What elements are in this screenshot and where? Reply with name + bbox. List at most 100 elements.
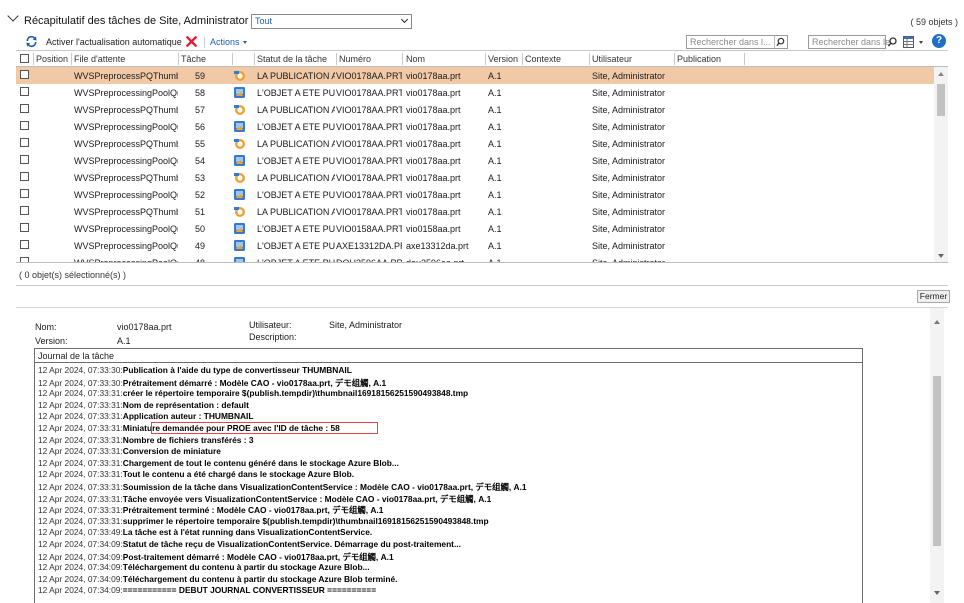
search-input-2[interactable]: Rechercher dans le	[808, 35, 890, 49]
log-entry: 12 Apr 2024, 07:33:31:Miniature demandée…	[38, 422, 378, 435]
log-timestamp: 12 Apr 2024, 07:33:31:	[38, 399, 123, 410]
row-checkbox[interactable]	[20, 104, 29, 113]
log-timestamp: 12 Apr 2024, 07:33:31:	[38, 505, 123, 516]
cell-number: VIO0178AA.PRT	[336, 88, 402, 98]
log-timestamp: 12 Apr 2024, 07:33:30:	[38, 365, 123, 375]
column-settings-icon[interactable]	[903, 36, 914, 48]
column-divider	[402, 53, 403, 65]
close-button[interactable]: Fermer	[917, 290, 950, 303]
table-row[interactable]: WVSPreprocessingPoolQueueL 54 L'OBJET A ET…	[16, 152, 934, 169]
scroll-down-icon[interactable]	[938, 254, 944, 258]
column-divider	[178, 53, 179, 65]
log-entry: 12 Apr 2024, 07:33:31:Tout le contenu a …	[38, 469, 354, 481]
thumbnail-task-icon	[234, 71, 245, 81]
filter-select[interactable]: Tout	[251, 14, 412, 29]
auto-refresh-toggle[interactable]: Activer l'actualisation automatique	[46, 37, 182, 47]
log-message: La tâche est à l'état running dans Visua…	[122, 527, 373, 538]
row-checkbox[interactable]	[20, 206, 29, 215]
row-checkbox[interactable]	[20, 223, 29, 232]
table-row[interactable]: WVSPreprocessPQThumbnailL 57 LA PUBLICATIO…	[16, 101, 934, 118]
pool-task-icon	[234, 155, 245, 166]
log-timestamp: 12 Apr 2024, 07:34:09:	[38, 585, 123, 596]
table-row[interactable]: WVSPreprocessingPoolQueueL 52 L'OBJET A ET…	[16, 186, 934, 203]
cell-number: VIO0178AA.PRT	[336, 105, 402, 115]
column-header-version[interactable]: Version	[488, 54, 518, 64]
cell-task: 58	[195, 88, 206, 98]
divider	[16, 285, 948, 286]
cell-version: A.1	[488, 88, 502, 98]
version-label: Version:	[35, 336, 68, 346]
log-entry: 12 Apr 2024, 07:33:30:Prétraitement déma…	[38, 377, 386, 389]
log-message: Statut de tâche reçu de VisualizationCon…	[122, 539, 461, 549]
table-row[interactable]: WVSPreprocessingPoolQueueL 58 L'OBJET A ET…	[16, 84, 934, 101]
cell-version: A.1	[488, 190, 502, 200]
row-checkbox[interactable]	[20, 257, 29, 262]
table-row[interactable]: WVSPreprocessPQThumbnailL 53 LA PUBLICATIO…	[16, 169, 934, 186]
column-header-publication[interactable]: Publication	[677, 54, 721, 64]
column-header-context[interactable]: Contexte	[525, 54, 561, 64]
cell-number: AXE13312DA.PRT	[336, 241, 402, 251]
scrollbar-thumb[interactable]	[937, 84, 945, 116]
collapse-chevron-icon[interactable]	[7, 10, 19, 22]
row-checkbox[interactable]	[20, 155, 29, 164]
table-scrollbar[interactable]	[934, 67, 948, 262]
row-checkbox[interactable]	[20, 121, 29, 130]
column-divider	[33, 53, 34, 65]
row-checkbox[interactable]	[20, 189, 29, 198]
scroll-up-icon[interactable]	[938, 72, 944, 76]
cell-queue: WVSPreprocessingPoolQueueL	[74, 88, 178, 98]
table-row[interactable]: WVSPreprocessingPoolQueueL 56 L'OBJET A ET…	[16, 118, 934, 135]
search-icon[interactable]	[887, 36, 899, 48]
column-header-user[interactable]: Utilisateur	[592, 54, 632, 64]
column-divider	[485, 53, 486, 65]
row-checkbox[interactable]	[20, 240, 29, 249]
row-checkbox[interactable]	[20, 138, 29, 147]
search-icon[interactable]	[774, 36, 786, 48]
column-header-name[interactable]: Nom	[406, 54, 425, 64]
cell-queue: WVSPreprocessPQThumbnailL	[74, 71, 178, 81]
cancel-icon[interactable]	[185, 35, 198, 48]
cell-name: vio0178aa.prt	[406, 122, 461, 132]
page-header: Récapitulatif des tâches de Site, Admini…	[0, 0, 964, 34]
log-message: Nom de représentation : default	[122, 399, 249, 410]
cell-status: L'OBJET A ETE PUBLI	[257, 258, 335, 263]
cell-name: vio0178aa.prt	[406, 88, 461, 98]
cell-number: VIO0178AA.PRT	[336, 173, 402, 183]
log-message: Application auteur : THUMBNAIL	[122, 411, 254, 422]
log-entry: 12 Apr 2024, 07:33:31:supprimer le réper…	[38, 516, 489, 528]
row-checkbox[interactable]	[20, 172, 29, 181]
caret-down-icon[interactable]	[919, 41, 923, 44]
cell-task: 49	[195, 241, 206, 251]
column-header-task[interactable]: Tâche	[181, 54, 206, 64]
scroll-down-icon[interactable]	[934, 591, 940, 595]
scroll-up-icon[interactable]	[934, 320, 940, 324]
column-header-position[interactable]: Position	[36, 54, 68, 64]
table-row[interactable]: WVSPreprocessPQThumbnailL 55 LA PUBLICATIO…	[16, 135, 934, 152]
refresh-icon[interactable]	[25, 35, 38, 48]
row-checkbox[interactable]	[20, 70, 29, 79]
log-message: supprimer le répertoire temporaire $(pub…	[122, 515, 489, 526]
log-entry: 12 Apr 2024, 07:34:09:=========== DEBUT …	[38, 585, 376, 597]
pool-task-icon	[234, 189, 245, 200]
cell-queue: WVSPreprocessPQThumbnailL	[74, 105, 178, 115]
table-row[interactable]: WVSPreprocessingPoolQueueL 48 L'OBJET A ET…	[16, 254, 934, 263]
row-checkbox[interactable]	[20, 87, 29, 96]
select-all-checkbox[interactable]	[20, 54, 29, 63]
cell-name: dou3596aa.prt	[406, 258, 465, 263]
column-header-queue[interactable]: File d'attente	[74, 54, 125, 64]
table-row[interactable]: WVSPreprocessingPoolQueueL 49 L'OBJET A ET…	[16, 237, 934, 254]
scrollbar-thumb[interactable]	[933, 376, 941, 546]
cell-queue: WVSPreprocessingPoolQueueL	[74, 258, 178, 263]
table-row[interactable]: WVSPreprocessingPoolQueueL 50 L'OBJET A ET…	[16, 220, 934, 237]
column-header-status[interactable]: Statut de la tâche	[257, 54, 327, 64]
table-row[interactable]: WVSPreprocessPQThumbnailL 51 LA PUBLICATIO…	[16, 203, 934, 220]
help-icon[interactable]: ?	[932, 34, 946, 48]
cell-number: VIO0178AA.PRT	[336, 156, 402, 166]
cell-queue: WVSPreprocessingPoolQueueL	[74, 122, 178, 132]
actions-menu[interactable]: Actions	[210, 37, 247, 47]
search-input[interactable]: Rechercher dans l...	[686, 35, 788, 49]
search-input-2-placeholder: Rechercher dans le	[812, 37, 891, 47]
table-row[interactable]: WVSPreprocessPQThumbnailL 59 LA PUBLICATIO…	[16, 67, 934, 84]
column-header-number[interactable]: Numéro	[339, 54, 371, 64]
detail-scrollbar[interactable]	[930, 308, 944, 603]
